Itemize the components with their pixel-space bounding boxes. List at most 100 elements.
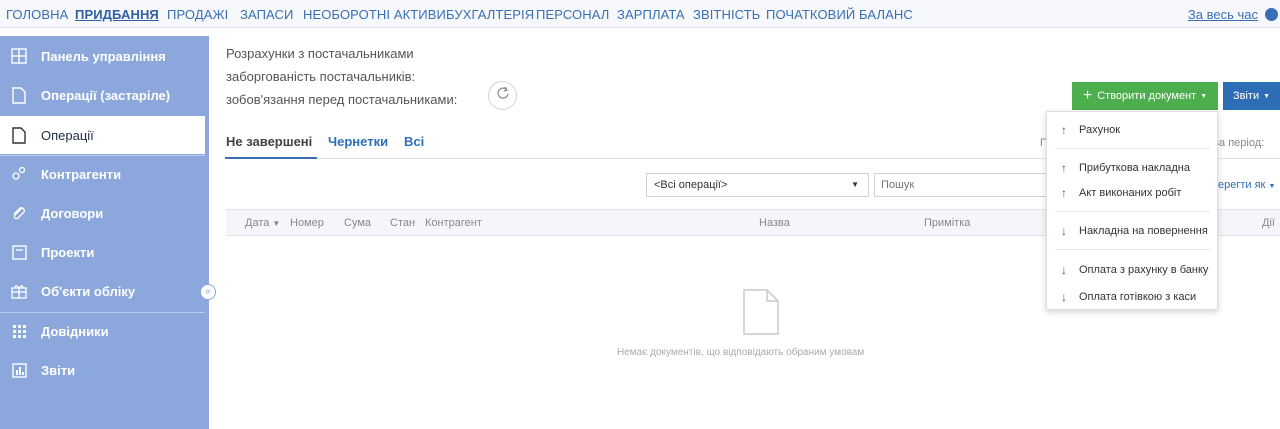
create-document-menu: ↑ Рахунок ↑ Прибуткова накладна ↑ Акт ви… — [1046, 111, 1218, 310]
nav-neoborotni-aktyvy[interactable]: НЕОБОРОТНІ АКТИВИ — [303, 7, 446, 22]
nav-bukhhalteriia[interactable]: БУХГАЛТЕРІЯ — [446, 7, 534, 22]
sort-caret-icon: ▼ — [272, 219, 281, 228]
arrow-down-icon: ↓ — [1061, 224, 1067, 238]
nav-pochatkovyi-balans[interactable]: ПОЧАТКОВИЙ БАЛАНС — [766, 7, 913, 22]
period-label: за період: — [1214, 137, 1265, 149]
arrow-down-icon: ↓ — [1061, 263, 1067, 277]
period-link[interactable]: За весь час — [1188, 7, 1258, 22]
arrow-up-icon: ↑ — [1061, 123, 1067, 137]
column-note[interactable]: Примітка — [924, 217, 970, 229]
menu-item-label: Накладна на повернення — [1079, 225, 1208, 237]
sidebar-item-label: Операції — [41, 127, 94, 143]
reports-button[interactable]: Звіти ▼ — [1223, 82, 1280, 110]
tab-drafts[interactable]: Чернетки — [328, 134, 388, 149]
column-amount[interactable]: Сума — [344, 217, 371, 229]
operations-select-value: <Всі операції> — [654, 179, 728, 191]
sidebar-item-label: Договори — [41, 205, 104, 221]
sidebar-item-label: Звіти — [41, 362, 76, 378]
reports-label: Звіти — [1232, 90, 1260, 102]
sidebar-item-dashboard[interactable]: Панель управління — [0, 37, 205, 75]
page-title: Розрахунки з постачальниками — [226, 46, 414, 61]
create-document-label: Створити документ — [1097, 90, 1197, 102]
refresh-icon — [496, 86, 510, 105]
gift-icon — [10, 282, 28, 300]
sidebar-item-label: Довідники — [41, 323, 109, 339]
menu-item-label: Прибуткова накладна — [1079, 162, 1190, 174]
menu-item-return-invoice[interactable]: ↓ Накладна на повернення — [1047, 220, 1217, 242]
tab-all[interactable]: Всі — [404, 134, 424, 149]
nav-golovna[interactable]: ГОЛОВНА — [6, 7, 68, 22]
folder-icon — [10, 243, 28, 261]
sidebar-item-accounting-objects[interactable]: Об'єкти обліку — [0, 272, 205, 310]
arrow-down-icon: ↓ — [1061, 290, 1067, 304]
help-icon[interactable] — [1265, 8, 1278, 21]
operations-select[interactable]: <Всі операції> ▼ — [646, 173, 869, 197]
menu-item-label: Акт виконаних робіт — [1079, 187, 1182, 199]
nav-zarplata[interactable]: ЗАРПЛАТА — [617, 7, 685, 22]
nav-personal[interactable]: ПЕРСОНАЛ — [536, 7, 609, 22]
sidebar-item-contractors[interactable]: Контрагенти — [0, 155, 205, 193]
nav-zvitnist[interactable]: ЗВІТНІСТЬ — [693, 7, 760, 22]
plus-icon: + — [1082, 87, 1093, 104]
sidebar-item-operations[interactable]: Операції — [0, 116, 205, 154]
caret-down-icon: ▼ — [1200, 92, 1208, 100]
sidebar-item-label: Панель управління — [41, 48, 166, 64]
menu-separator — [1055, 148, 1210, 149]
sidebar-item-projects[interactable]: Проекти — [0, 233, 205, 271]
sidebar-item-reports[interactable]: Звіти — [0, 351, 205, 389]
column-date[interactable]: Дата ▼ — [245, 217, 280, 229]
column-actions: Дії — [1262, 217, 1275, 229]
column-status[interactable]: Стан — [390, 217, 415, 229]
empty-document-icon — [743, 289, 779, 340]
active-tab-indicator — [225, 157, 317, 159]
document-icon — [10, 126, 28, 144]
menu-item-label: Рахунок — [1079, 124, 1121, 136]
sidebar-item-label: Проекти — [41, 244, 95, 260]
dashboard-icon — [10, 47, 28, 65]
save-as-label: ерегти як — [1218, 179, 1266, 191]
menu-item-incoming-invoice[interactable]: ↑ Прибуткова накладна — [1047, 157, 1217, 179]
menu-item-bank-payment[interactable]: ↓ Оплата з рахунку в банку — [1047, 259, 1217, 281]
top-navigation: ГОЛОВНА ПРИДБАННЯ ПРОДАЖІ ЗАПАСИ НЕОБОРО… — [0, 0, 1280, 28]
menu-item-label: Оплата готівкою з каси — [1079, 291, 1197, 303]
document-icon — [10, 86, 28, 104]
sidebar-item-directories[interactable]: Довідники — [0, 312, 205, 350]
menu-item-cash-payment[interactable]: ↓ Оплата готівкою з каси — [1047, 286, 1217, 308]
caret-down-icon: ▼ — [1263, 92, 1271, 100]
caret-down-icon: ▼ — [1268, 183, 1276, 190]
grid-icon — [10, 322, 28, 340]
column-contractor[interactable]: Контрагент — [425, 217, 482, 229]
sidebar: Панель управління Операції (застаріле) О… — [0, 36, 209, 429]
save-as-link[interactable]: ерегти як ▼ — [1218, 179, 1275, 191]
column-date-label: Дата — [245, 217, 270, 229]
contacts-icon — [10, 165, 28, 183]
sidebar-item-label: Операції (застаріле) — [41, 87, 171, 103]
supplier-debt-label: заборгованість постачальників: — [226, 69, 416, 84]
create-document-button[interactable]: + Створити документ ▼ — [1072, 82, 1218, 110]
sidebar-item-label: Об'єкти обліку — [41, 283, 136, 299]
report-icon — [10, 361, 28, 379]
nav-prodazhi[interactable]: ПРОДАЖІ — [167, 7, 228, 22]
collapse-icon[interactable]: « — [200, 284, 216, 300]
menu-item-work-act[interactable]: ↑ Акт виконаних робіт — [1047, 182, 1217, 204]
menu-item-label: Оплата з рахунку в банку — [1079, 264, 1209, 276]
column-name[interactable]: Назва — [759, 217, 790, 229]
nav-zapasy[interactable]: ЗАПАСИ — [240, 7, 293, 22]
nav-prydbannia[interactable]: ПРИДБАННЯ — [75, 7, 159, 22]
refresh-button[interactable] — [488, 81, 517, 110]
tab-not-completed[interactable]: Не завершені — [226, 134, 312, 149]
caret-down-icon: ▼ — [851, 180, 859, 189]
search-input[interactable] — [874, 173, 1054, 197]
arrow-up-icon: ↑ — [1061, 161, 1067, 175]
supplier-liabilities-label: зобов'язання перед постачальниками: — [226, 92, 458, 107]
sidebar-item-contracts[interactable]: Договори — [0, 194, 205, 232]
menu-item-invoice[interactable]: ↑ Рахунок — [1047, 119, 1217, 141]
menu-separator — [1055, 211, 1210, 212]
arrow-up-icon: ↑ — [1061, 186, 1067, 200]
sidebar-item-label: Контрагенти — [41, 166, 122, 182]
menu-separator — [1055, 249, 1210, 250]
column-number[interactable]: Номер — [290, 217, 324, 229]
empty-state-message: Немає документів, що відповідають обрани… — [617, 347, 865, 358]
paperclip-icon — [10, 204, 28, 222]
sidebar-item-operations-legacy[interactable]: Операції (застаріле) — [0, 76, 205, 114]
